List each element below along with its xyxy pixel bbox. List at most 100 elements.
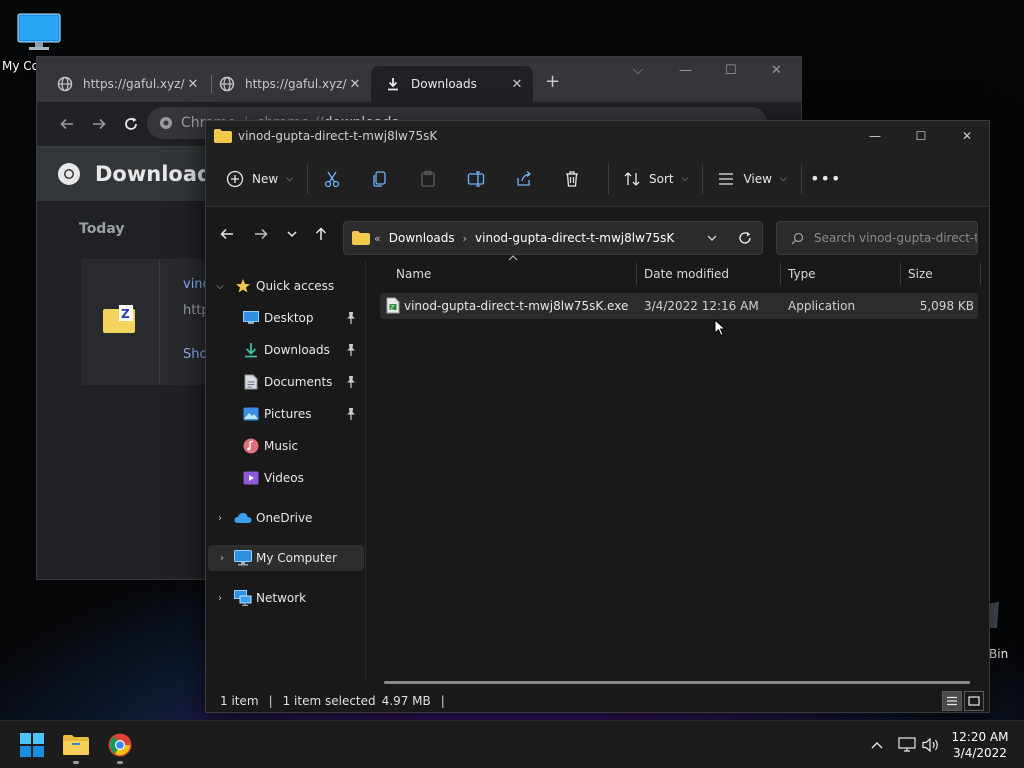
column-header-type[interactable]: Type [788, 261, 816, 287]
nav-item-network[interactable]: › Network [206, 585, 362, 611]
minimize-icon[interactable]: — [679, 63, 692, 78]
chrome-tab-2[interactable]: https://gaful.xyz/4 ✕ [205, 66, 371, 102]
table-row[interactable]: Z vinod-gupta-direct-t-mwj8lw75sK.exe 3/… [380, 293, 978, 319]
close-icon[interactable]: ✕ [771, 63, 782, 78]
nav-item-pictures[interactable]: Pictures [206, 401, 362, 427]
file-explorer-icon[interactable] [56, 729, 96, 761]
pin-icon[interactable] [346, 408, 356, 420]
close-tab-icon[interactable]: ✕ [509, 77, 525, 92]
nav-item-label: Documents [264, 375, 333, 389]
pin-icon[interactable] [346, 376, 356, 388]
refresh-icon[interactable] [738, 231, 752, 245]
delete-icon[interactable] [554, 161, 590, 197]
close-icon[interactable]: ✕ [944, 121, 990, 151]
show-hidden-icons-icon[interactable] [870, 721, 884, 768]
back-arrow-icon[interactable] [51, 108, 83, 140]
nav-item-quick-access[interactable]: ⌵ Quick access [206, 273, 362, 299]
new-tab-icon[interactable]: + [545, 71, 560, 92]
videos-icon [242, 469, 260, 487]
running-indicator [73, 761, 79, 764]
column-separator[interactable] [900, 263, 901, 285]
column-separator[interactable] [636, 263, 637, 285]
close-tab-icon[interactable]: ✕ [347, 77, 363, 92]
expand-chevron-icon[interactable]: › [216, 553, 228, 564]
pin-icon[interactable] [346, 312, 356, 324]
close-tab-icon[interactable]: ✕ [185, 77, 201, 92]
large-icons-view-icon[interactable] [964, 691, 984, 711]
reload-icon[interactable] [115, 108, 147, 140]
address-bar[interactable]: « Downloads › vinod-gupta-direct-t-mwj8l… [343, 221, 763, 255]
toolbar-separator [307, 163, 309, 194]
file-explorer-window[interactable]: vinod-gupta-direct-t-mwj8lw75sK — ☐ ✕ Ne… [205, 120, 990, 713]
rename-icon[interactable] [458, 161, 494, 197]
cut-icon[interactable] [314, 161, 350, 197]
network-status-icon[interactable] [898, 721, 916, 768]
nav-item-my-computer[interactable]: › My Computer [208, 545, 364, 571]
status-separator: | [440, 694, 445, 708]
start-icon[interactable] [12, 729, 52, 761]
nav-item-documents[interactable]: Documents [206, 369, 362, 395]
pin-icon[interactable] [346, 344, 356, 356]
sort-button[interactable]: Sort ⌵ [615, 161, 696, 197]
chevron-down-icon: ⌵ [779, 173, 787, 184]
up-arrow-icon[interactable] [308, 221, 334, 247]
window-title: vinod-gupta-direct-t-mwj8lw75sK [238, 129, 438, 143]
horizontal-scrollbar[interactable] [384, 681, 970, 684]
chevron-right-icon[interactable]: › [463, 232, 467, 245]
expand-chevron-icon[interactable]: › [214, 593, 226, 604]
new-button[interactable]: New ⌵ [218, 161, 301, 197]
column-separator[interactable] [780, 263, 781, 285]
column-header-date[interactable]: Date modified [644, 261, 729, 287]
chrome-tab-downloads[interactable]: Downloads ✕ [371, 66, 533, 102]
breadcrumb-overflow-icon[interactable]: « [374, 232, 381, 245]
chrome-icon[interactable] [100, 729, 140, 761]
maximize-icon[interactable]: ☐ [725, 63, 737, 78]
cloud-icon [234, 509, 252, 527]
forward-arrow-icon[interactable] [248, 221, 274, 247]
system-clock[interactable]: 12:20 AM 3/4/2022 [944, 729, 1016, 761]
more-options-icon[interactable]: ••• [808, 161, 844, 197]
svg-text:Z: Z [121, 307, 130, 321]
breadcrumb-item-downloads[interactable]: Downloads [389, 231, 455, 245]
recent-locations-chevron-icon[interactable] [279, 221, 305, 247]
nav-item-downloads[interactable]: Downloads [206, 337, 362, 363]
column-separator[interactable] [980, 263, 981, 285]
view-button-label: View [743, 171, 772, 186]
status-bar: 1 item | 1 item selected 4.97 MB | [206, 689, 989, 713]
column-header-name[interactable]: Name [396, 261, 431, 287]
star-icon [234, 277, 252, 295]
details-view-icon[interactable] [942, 691, 962, 711]
card-divider [159, 259, 160, 385]
explorer-title-bar: vinod-gupta-direct-t-mwj8lw75sK — ☐ ✕ [206, 121, 989, 151]
minimize-icon[interactable]: — [852, 121, 898, 151]
maximize-icon[interactable]: ☐ [898, 121, 944, 151]
share-icon[interactable] [506, 161, 542, 197]
expand-chevron-icon[interactable]: › [214, 513, 226, 524]
nav-item-onedrive[interactable]: › OneDrive [206, 505, 362, 531]
search-input[interactable]: Search vinod-gupta-direct-t... [776, 221, 978, 255]
forward-arrow-icon[interactable] [83, 108, 115, 140]
view-button[interactable]: View ⌵ [709, 161, 794, 197]
running-indicator [117, 761, 123, 764]
nav-item-music[interactable]: Music [206, 433, 362, 459]
chevron-down-icon[interactable]: ⌵ [633, 63, 643, 78]
nav-item-videos[interactable]: Videos [206, 465, 362, 491]
file-size: 5,098 KB [919, 299, 974, 313]
copy-icon[interactable] [362, 161, 398, 197]
desktop-folder-icon [242, 309, 260, 327]
clock-date: 3/4/2022 [953, 746, 1007, 760]
nav-item-desktop[interactable]: Desktop [206, 305, 362, 331]
show-in-folder-link[interactable]: Sho [183, 347, 207, 362]
folder-icon [214, 129, 232, 143]
paste-icon[interactable] [410, 161, 446, 197]
toolbar-separator [608, 163, 610, 194]
column-header-size[interactable]: Size [908, 261, 933, 287]
view-switcher [942, 691, 984, 711]
chrome-tab-1[interactable]: https://gaful.xyz/1 ✕ [43, 66, 209, 102]
volume-icon[interactable] [922, 721, 940, 768]
address-dropdown-icon[interactable] [706, 232, 718, 244]
expand-chevron-icon[interactable]: ⌵ [214, 281, 226, 292]
breadcrumb-item-current[interactable]: vinod-gupta-direct-t-mwj8lw75sK [475, 231, 674, 245]
back-arrow-icon[interactable] [214, 221, 240, 247]
file-list: Name Date modified Type Size Z vinod-gup… [378, 255, 986, 681]
